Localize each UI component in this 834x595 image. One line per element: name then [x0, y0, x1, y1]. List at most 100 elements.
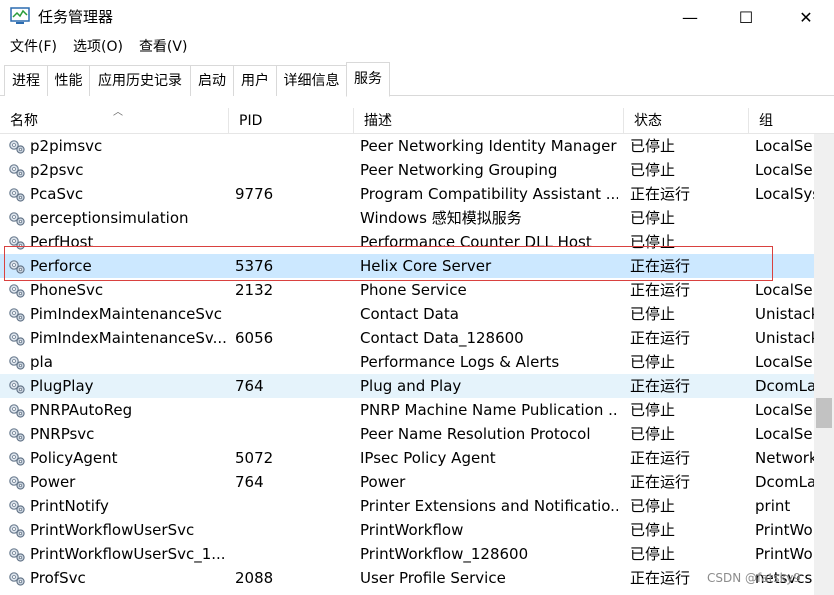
table-row[interactable]: PolicyAgent 5072 IPsec Policy Agent 正在运行 Net…	[0, 446, 815, 470]
column-header-group[interactable]: 组	[749, 108, 834, 134]
minimize-button[interactable]: —	[662, 0, 718, 34]
service-description: Program Compatibility Assistant ...	[360, 185, 618, 203]
service-name: PcaSvc	[30, 185, 84, 203]
table-row[interactable]: PNRPsvc Peer Name Resolution Protocol 已停止 L…	[0, 422, 815, 446]
service-name: p2psvc	[30, 161, 84, 179]
table-row[interactable]: p2psvc Peer Networking Grouping 已停止 LocalSe…	[0, 158, 815, 182]
service-gear-icon	[8, 570, 26, 587]
table-row[interactable]: PcaSvc 9776 Program Compatibility Assistan…	[0, 182, 815, 206]
tab-app-history[interactable]: 应用历史记录	[89, 65, 190, 96]
service-gear-icon	[8, 522, 26, 539]
service-status: 已停止	[630, 497, 676, 515]
service-status: 正在运行	[630, 377, 691, 395]
service-description: Peer Networking Identity Manager	[360, 137, 617, 155]
service-pid	[235, 206, 345, 230]
tab-users[interactable]: 用户	[233, 65, 276, 96]
table-row[interactable]: PlugPlay 764 Plug and Play 正在运行 DcomLa	[0, 374, 815, 398]
service-group: LocalSys	[755, 185, 815, 203]
tab-startup[interactable]: 启动	[190, 65, 233, 96]
column-header-name[interactable]: 名称	[0, 108, 229, 134]
service-status: 已停止	[630, 401, 676, 419]
table-row[interactable]: perceptionsimulation Windows 感知模拟服务 已停止	[0, 206, 814, 230]
service-description: PNRP Machine Name Publication ...	[360, 401, 618, 419]
maximize-button[interactable]: ☐	[718, 0, 774, 34]
service-pid	[235, 422, 345, 446]
service-gear-icon	[8, 234, 26, 251]
service-pid: 9776	[235, 185, 274, 203]
column-header-description[interactable]: 描述	[354, 108, 624, 134]
service-group: Unistack	[755, 329, 815, 347]
service-description: User Profile Service	[360, 569, 506, 587]
table-row[interactable]: PimIndexMaintenanceSv... 6056 Contact Data…	[0, 326, 815, 350]
table-row[interactable]: p2pimsvc Peer Networking Identity Manager…	[0, 134, 815, 158]
service-description: Phone Service	[360, 281, 467, 299]
service-group	[755, 230, 815, 254]
tab-details[interactable]: 详细信息	[276, 65, 346, 96]
service-gear-icon	[8, 450, 26, 467]
service-name: PimIndexMaintenanceSv...	[30, 329, 226, 347]
service-name: perceptionsimulation	[30, 209, 189, 227]
service-gear-icon	[8, 354, 26, 371]
table-row[interactable]: PhoneSvc 2132 Phone Service 正在运行 LocalSer	[0, 278, 815, 302]
service-group: LocalSer	[755, 425, 815, 443]
service-group: LocalSer	[755, 161, 815, 179]
tab-performance[interactable]: 性能	[47, 65, 89, 96]
table-row[interactable]: PrintWorkflowUserSvc PrintWorkflow 已停止 Prin…	[0, 518, 814, 542]
table-row[interactable]: PerfHost Performance Counter DLL Host 已停止	[0, 230, 814, 254]
column-header-pid[interactable]: PID	[229, 108, 354, 134]
service-status: 正在运行	[630, 281, 691, 299]
service-description: Performance Logs & Alerts	[360, 353, 560, 371]
task-manager-icon	[10, 7, 30, 24]
table-row[interactable]: PNRPAutoReg PNRP Machine Name Publication…	[0, 398, 815, 422]
tab-processes[interactable]: 进程	[4, 65, 47, 96]
service-name: PerfHost	[30, 233, 94, 251]
service-description: Contact Data	[360, 305, 459, 323]
menu-options[interactable]: 选项(O)	[63, 34, 129, 60]
service-gear-icon	[8, 258, 26, 275]
table-row[interactable]: PrintWorkflowUserSvc_1... PrintWorkflow_1…	[0, 542, 814, 566]
service-gear-icon	[8, 546, 26, 563]
service-status: 正在运行	[630, 185, 691, 203]
service-gear-icon	[8, 306, 26, 323]
table-row[interactable]: Power 764 Power 正在运行 DcomLa	[0, 470, 815, 494]
service-description: Peer Name Resolution Protocol	[360, 425, 591, 443]
table-row[interactable]: ProfSvc 2088 User Profile Service 正在运行 netsv…	[0, 566, 814, 590]
service-gear-icon	[8, 378, 26, 395]
service-status: 已停止	[630, 425, 676, 443]
table-row[interactable]: pla Performance Logs & Alerts 已停止 LocalSer	[0, 350, 815, 374]
service-group: Network	[755, 449, 815, 467]
menu-file[interactable]: 文件(F)	[0, 34, 63, 60]
scrollbar-thumb[interactable]	[816, 398, 832, 428]
service-name: Power	[30, 473, 76, 491]
vertical-scrollbar[interactable]	[814, 134, 834, 595]
service-status: 已停止	[630, 521, 676, 539]
close-button[interactable]: ✕	[778, 0, 834, 34]
tab-services[interactable]: 服务	[346, 62, 390, 97]
service-gear-icon	[8, 186, 26, 203]
table-row[interactable]: PimIndexMaintenanceSvc Contact Data 已停止 Uni…	[0, 302, 815, 326]
service-pid	[235, 302, 345, 326]
service-status: 已停止	[630, 137, 676, 155]
service-name: PNRPsvc	[30, 425, 95, 443]
table-row[interactable]: PrintNotify Printer Extensions and Notifi…	[0, 494, 814, 518]
service-group: Unistack	[755, 305, 815, 323]
service-group	[755, 254, 815, 278]
column-header-status[interactable]: 状态	[624, 108, 749, 134]
menu-view[interactable]: 查看(V)	[129, 34, 194, 60]
service-name: ProfSvc	[30, 569, 86, 587]
service-pid	[235, 518, 345, 542]
service-gear-icon	[8, 330, 26, 347]
table-row[interactable]: Perforce 5376 Helix Core Server 正在运行	[0, 254, 814, 278]
service-name: PlugPlay	[30, 377, 94, 395]
service-gear-icon	[8, 474, 26, 491]
service-pid	[235, 494, 345, 518]
service-group: LocalSer	[755, 401, 815, 419]
service-name: PNRPAutoReg	[30, 401, 133, 419]
service-status: 已停止	[630, 209, 676, 227]
service-description: Power	[360, 473, 406, 491]
service-group: LocalSer	[755, 281, 815, 299]
watermark: CSDN @fatsky9	[707, 571, 801, 585]
service-name: PhoneSvc	[30, 281, 104, 299]
service-name: p2pimsvc	[30, 137, 103, 155]
service-group: print	[755, 497, 791, 515]
